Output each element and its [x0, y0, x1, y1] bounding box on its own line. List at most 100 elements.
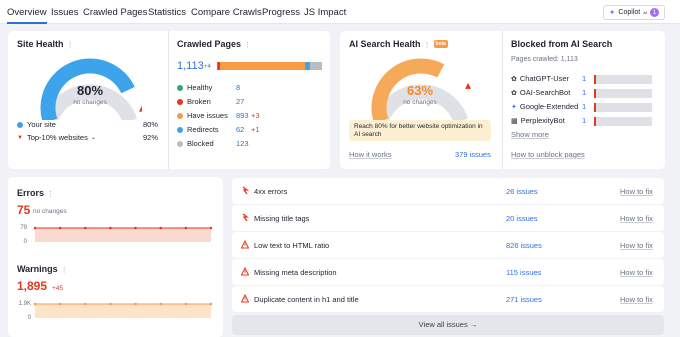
bar-segment-have-issues[interactable]: [220, 62, 305, 70]
your-site-row: Your site: [17, 120, 56, 129]
sparkline-area: [35, 304, 211, 318]
sparkline-point[interactable]: [83, 226, 87, 230]
site-health-caption: no changes: [73, 99, 107, 106]
issue-count-link[interactable]: 826 issues: [506, 241, 542, 250]
tab-issues[interactable]: Issues: [51, 7, 78, 18]
top-sites-row[interactable]: ▼ Top-10% websites ⌄: [17, 133, 96, 142]
how-to-fix-link[interactable]: How to fix: [620, 268, 653, 277]
warnings-value[interactable]: 1,895: [17, 279, 47, 293]
sparkline-point[interactable]: [109, 226, 112, 230]
copilot-button[interactable]: ✦ Copilot AI 1: [602, 5, 665, 20]
tab-crawled-pages[interactable]: Crawled Pages: [83, 7, 147, 18]
bot-row: ✿ OAI-SearchBot: [511, 88, 570, 97]
sparkline-point[interactable]: [109, 302, 112, 306]
legend-value[interactable]: 62: [236, 125, 244, 134]
errors-ymin: 0: [23, 239, 27, 245]
ai-note: Reach 80% for better website optimizatio…: [349, 120, 491, 141]
issue-label: Duplicate content in h1 and title: [254, 295, 359, 304]
error-icon: [242, 213, 249, 222]
warnings-delta: +45: [52, 285, 64, 292]
sparkline-point[interactable]: [134, 226, 137, 230]
show-more-link[interactable]: Show more: [511, 130, 549, 139]
bot-name: PerplexityBot: [520, 116, 565, 125]
crawled-delta: +4: [204, 64, 211, 70]
legend-value[interactable]: 27: [236, 97, 244, 106]
issue-count-link[interactable]: 26 issues: [506, 187, 538, 196]
how-to-fix-link[interactable]: How to fix: [620, 187, 653, 196]
legend-value[interactable]: 893: [236, 111, 249, 120]
how-it-works-link[interactable]: How it works: [349, 150, 392, 159]
bot-value[interactable]: 1: [582, 116, 586, 125]
sparkline-point[interactable]: [58, 226, 62, 230]
bot-name: ChatGPT-User: [519, 74, 570, 83]
issue-row[interactable]: Duplicate content in h1 and title 271 iss…: [232, 286, 664, 312]
sparkline-point[interactable]: [184, 302, 188, 306]
how-to-fix-link[interactable]: How to fix: [620, 241, 653, 250]
warnings-title: Warnings ⋮: [17, 264, 68, 274]
sparkline-point[interactable]: [159, 226, 163, 230]
view-all-issues-button[interactable]: View all issues →: [232, 315, 664, 335]
issue-row[interactable]: Low text to HTML ratio 826 issues How to f…: [232, 232, 664, 258]
beta-badge: beta: [433, 40, 448, 48]
top-sites-value: 92%: [143, 133, 159, 142]
info-icon[interactable]: ⋮: [47, 191, 54, 198]
sparkline-point[interactable]: [58, 302, 62, 306]
legend-label: Broken: [187, 97, 211, 106]
legend-row: Have issues: [177, 111, 228, 120]
warnings-sparkline: [34, 302, 212, 318]
tab-progress[interactable]: Progress: [262, 7, 300, 18]
bot-row: ✿ ChatGPT-User: [511, 74, 569, 83]
bot-name: Google-Extended: [519, 102, 579, 111]
bot-value[interactable]: 1: [582, 74, 586, 83]
info-icon[interactable]: ⋮: [244, 42, 251, 49]
crawled-pages-title: Crawled Pages ⋮: [177, 39, 251, 49]
how-to-fix-link[interactable]: How to fix: [620, 214, 653, 223]
legend-label: Healthy: [187, 83, 213, 92]
how-to-unblock-link[interactable]: How to unblock pages: [511, 150, 585, 159]
crawled-stacked-bar: [217, 62, 322, 70]
bar-segment-blocked[interactable]: [310, 62, 322, 70]
sparkline-point[interactable]: [159, 302, 163, 306]
info-icon[interactable]: ⋮: [61, 267, 68, 274]
sparkline-point[interactable]: [184, 226, 188, 230]
bot-bar: [594, 89, 652, 98]
errors-title-text: Errors: [17, 188, 45, 198]
issue-label: 4xx errors: [254, 187, 288, 196]
legend-value[interactable]: 123: [236, 139, 249, 148]
issue-row[interactable]: 4xx errors 26 issues How to fix: [232, 178, 664, 204]
blue-dot: [17, 121, 23, 128]
ai-issues-link[interactable]: 379 issues: [455, 150, 491, 159]
issue-count-link[interactable]: 115 issues: [506, 268, 541, 277]
issue-row[interactable]: Missing title tags 20 issues How to fix: [232, 205, 664, 231]
legend-value[interactable]: 8: [236, 83, 240, 92]
tab-statistics[interactable]: Statistics: [148, 7, 186, 18]
your-site-label: Your site: [27, 120, 56, 129]
top-sites-label: Top-10% websites: [26, 133, 88, 142]
legend-dot: [177, 126, 183, 133]
crawled-total[interactable]: 1,113: [177, 60, 204, 72]
tab-js-impact[interactable]: JS Impact: [304, 7, 346, 18]
issue-count-link[interactable]: 271 issues: [506, 295, 542, 304]
tab-overview[interactable]: Overview: [7, 7, 47, 24]
sparkline-point[interactable]: [134, 302, 137, 306]
warning-icon: [241, 267, 249, 276]
info-icon[interactable]: ⋮: [67, 42, 74, 49]
warnings-title-text: Warnings: [17, 264, 58, 274]
sparkline-point[interactable]: [83, 302, 87, 306]
tab-compare-crawls[interactable]: Compare Crawls: [191, 7, 262, 18]
bot-value[interactable]: 1: [582, 88, 586, 97]
arrow-right-icon: →: [469, 320, 478, 329]
error-icon: [242, 186, 249, 195]
issue-row[interactable]: Missing meta description 115 issues How to…: [232, 259, 664, 285]
sparkline-area: [35, 228, 211, 242]
info-icon[interactable]: ⋮: [424, 42, 431, 49]
issue-count-link[interactable]: 20 issues: [506, 214, 538, 223]
legend-delta: +1: [251, 125, 260, 134]
bot-value[interactable]: 1: [582, 102, 586, 111]
errors-value[interactable]: 75: [17, 203, 30, 217]
view-all-label: View all issues: [418, 320, 468, 329]
legend-row: Blocked: [177, 139, 214, 148]
legend-delta: +3: [251, 111, 260, 120]
bot-row: ▩ PerplexityBot: [511, 116, 565, 125]
how-to-fix-link[interactable]: How to fix: [620, 295, 653, 304]
